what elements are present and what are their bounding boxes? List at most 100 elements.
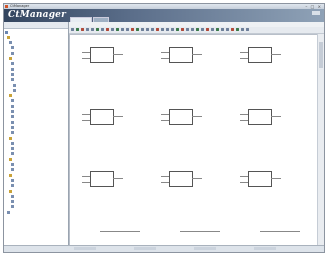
block-body[interactable] <box>90 109 114 125</box>
toolbar-icon[interactable] <box>126 28 129 31</box>
toolbar-icon[interactable] <box>71 28 74 31</box>
toolbar-icon[interactable] <box>196 28 199 31</box>
output-wire <box>271 54 281 55</box>
tree-item[interactable] <box>11 141 15 145</box>
toolbar-icon[interactable] <box>211 28 214 31</box>
tree-item[interactable] <box>11 131 15 135</box>
block-body[interactable] <box>169 171 193 187</box>
diagram-canvas[interactable] <box>69 34 318 246</box>
toolbar-icon[interactable] <box>156 28 159 31</box>
output-wire <box>113 178 123 179</box>
tree-item[interactable] <box>7 210 11 214</box>
tree-item[interactable] <box>11 152 15 156</box>
tree-item[interactable] <box>11 104 15 108</box>
toolbar-icon[interactable] <box>131 28 134 31</box>
tree-item[interactable] <box>9 157 13 161</box>
tree-item[interactable] <box>9 57 13 61</box>
tree-item[interactable] <box>9 136 13 140</box>
tree-item[interactable] <box>11 62 15 66</box>
tree-node-icon <box>11 141 14 145</box>
tree-item[interactable] <box>7 35 11 39</box>
block-body[interactable] <box>169 47 193 63</box>
toolbar-icon[interactable] <box>171 28 174 31</box>
block-body[interactable] <box>248 171 272 187</box>
tree-item[interactable] <box>11 46 15 50</box>
toolbar-icon[interactable] <box>221 28 224 31</box>
tree-item[interactable] <box>11 115 15 119</box>
toolbar-icon[interactable] <box>226 28 229 31</box>
tree-node-icon <box>11 78 14 82</box>
block-body[interactable] <box>90 171 114 187</box>
toolbar-icon[interactable] <box>111 28 114 31</box>
tree-item[interactable] <box>11 147 15 151</box>
input-wire <box>240 114 248 115</box>
tree-item[interactable] <box>11 205 15 209</box>
toolbar-icon[interactable] <box>96 28 99 31</box>
tree-node-icon <box>5 30 8 34</box>
toolbar-icon[interactable] <box>186 28 189 31</box>
toolbar-icon[interactable] <box>146 28 149 31</box>
tree-item[interactable] <box>13 83 17 87</box>
tree-item[interactable] <box>9 189 13 193</box>
tree-node-icon <box>11 205 14 209</box>
toolbar-icon[interactable] <box>101 28 104 31</box>
tree-item[interactable] <box>9 94 13 98</box>
toolbar-icon[interactable] <box>246 28 249 31</box>
block-body[interactable] <box>248 47 272 63</box>
toolbar-icon[interactable] <box>181 28 184 31</box>
tree-item[interactable] <box>11 168 15 172</box>
tree-item[interactable] <box>11 194 15 198</box>
tree-item[interactable] <box>11 110 15 114</box>
block-body[interactable] <box>169 109 193 125</box>
tree-item[interactable] <box>11 51 15 55</box>
toolbar-icon[interactable] <box>106 28 109 31</box>
toolbar-icon[interactable] <box>136 28 139 31</box>
output-wire <box>113 54 123 55</box>
toolbar-icon[interactable] <box>236 28 239 31</box>
toolbar-icon[interactable] <box>76 28 79 31</box>
toolbar-icon[interactable] <box>141 28 144 31</box>
tree-item[interactable] <box>13 88 17 92</box>
vertical-scrollbar[interactable] <box>317 34 324 246</box>
tree-node-icon <box>13 88 16 92</box>
tree-item[interactable] <box>5 30 9 34</box>
tree-node-icon <box>11 46 14 50</box>
tree-node-icon <box>9 41 12 45</box>
toolbar-icon[interactable] <box>166 28 169 31</box>
tree-item[interactable] <box>11 125 15 129</box>
toolbar-icon[interactable] <box>241 28 244 31</box>
toolbar-icon[interactable] <box>161 28 164 31</box>
tree-item[interactable] <box>11 184 15 188</box>
tree-item[interactable] <box>11 200 15 204</box>
toolbar-icon[interactable] <box>121 28 124 31</box>
toolbar-icon[interactable] <box>86 28 89 31</box>
block-body[interactable] <box>90 47 114 63</box>
toolbar-icon[interactable] <box>116 28 119 31</box>
toolbar-icon[interactable] <box>206 28 209 31</box>
toolbar-icon[interactable] <box>216 28 219 31</box>
tree-item[interactable] <box>11 178 15 182</box>
toolbar-icon[interactable] <box>91 28 94 31</box>
tree-item[interactable] <box>9 41 13 45</box>
app-window: CtManager – □ × CtManager <box>3 3 325 253</box>
tree-node-icon <box>13 83 16 87</box>
tree-item[interactable] <box>11 163 15 167</box>
sidebar-panel <box>4 22 69 246</box>
tree-item[interactable] <box>11 78 15 82</box>
block-body[interactable] <box>248 109 272 125</box>
toolbar-icon[interactable] <box>191 28 194 31</box>
toolbar-icon[interactable] <box>176 28 179 31</box>
tree-item[interactable] <box>11 67 15 71</box>
toolbar-icon[interactable] <box>201 28 204 31</box>
tree-node-icon <box>11 200 14 204</box>
scrollbar-thumb[interactable] <box>319 42 323 68</box>
tree-item[interactable] <box>11 120 15 124</box>
toolbar-icon[interactable] <box>231 28 234 31</box>
toolbar-icon[interactable] <box>151 28 154 31</box>
input-wire <box>161 114 169 115</box>
tree-item[interactable] <box>11 99 15 103</box>
tree-item[interactable] <box>9 173 13 177</box>
tree-item[interactable] <box>11 72 15 76</box>
toolbar-icon[interactable] <box>81 28 84 31</box>
output-wire <box>271 178 281 179</box>
